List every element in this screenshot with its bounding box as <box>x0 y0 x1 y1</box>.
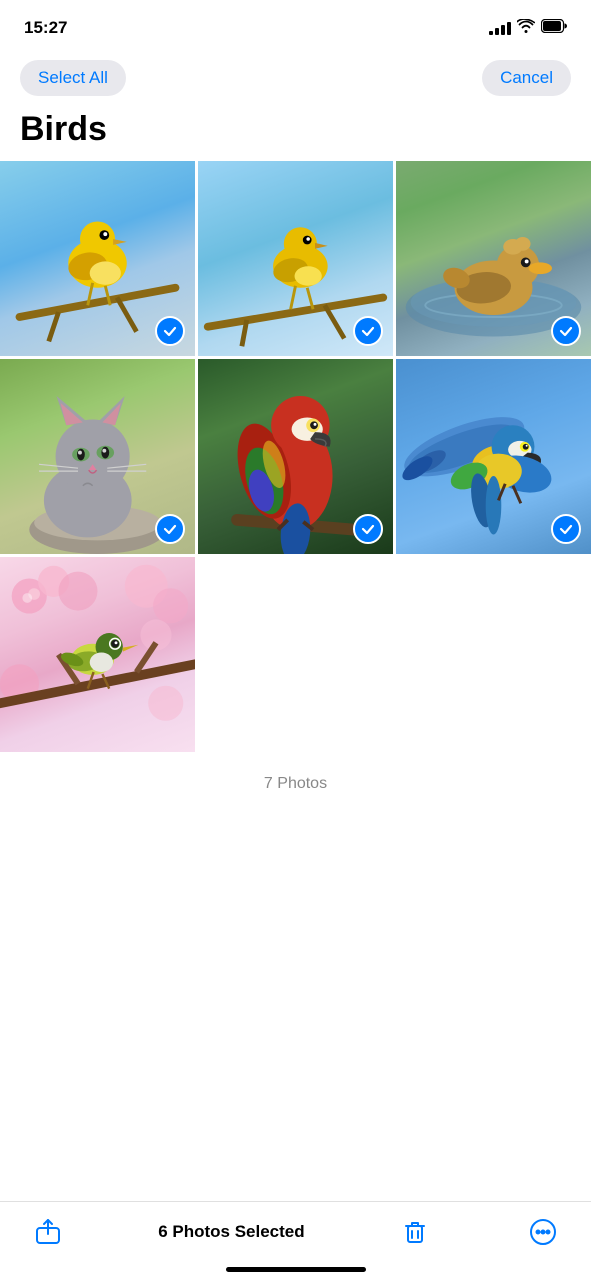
photo-cell-5[interactable] <box>198 359 393 554</box>
battery-icon <box>541 19 567 38</box>
check-badge-6[interactable] <box>551 514 581 544</box>
action-bar: Select All Cancel <box>0 50 591 106</box>
photo-cell-4[interactable] <box>0 359 195 554</box>
photo-grid <box>0 161 591 755</box>
home-indicator <box>226 1267 366 1272</box>
photo-cell-2[interactable] <box>198 161 393 356</box>
delete-button[interactable] <box>397 1214 433 1250</box>
status-bar: 15:27 <box>0 0 591 50</box>
page-title: Birds <box>0 106 591 161</box>
check-badge-4[interactable] <box>155 514 185 544</box>
photo-cell-6[interactable] <box>396 359 591 554</box>
check-badge-5[interactable] <box>353 514 383 544</box>
select-all-button[interactable]: Select All <box>20 60 126 96</box>
status-time: 15:27 <box>24 18 67 38</box>
wifi-icon <box>517 19 535 38</box>
check-badge-3[interactable] <box>551 316 581 346</box>
check-badge-1[interactable] <box>155 316 185 346</box>
share-button[interactable] <box>30 1214 66 1250</box>
selected-count-label: 6 Photos Selected <box>158 1222 304 1242</box>
cancel-button[interactable]: Cancel <box>482 60 571 96</box>
check-badge-2[interactable] <box>353 316 383 346</box>
photo-cell-7[interactable] <box>0 557 195 752</box>
status-icons <box>489 19 567 38</box>
photo-cell-1[interactable] <box>0 161 195 356</box>
photo-cell-3[interactable] <box>396 161 591 356</box>
more-button[interactable] <box>525 1214 561 1250</box>
signal-icon <box>489 21 511 35</box>
photo-count: 7 Photos <box>0 755 591 803</box>
